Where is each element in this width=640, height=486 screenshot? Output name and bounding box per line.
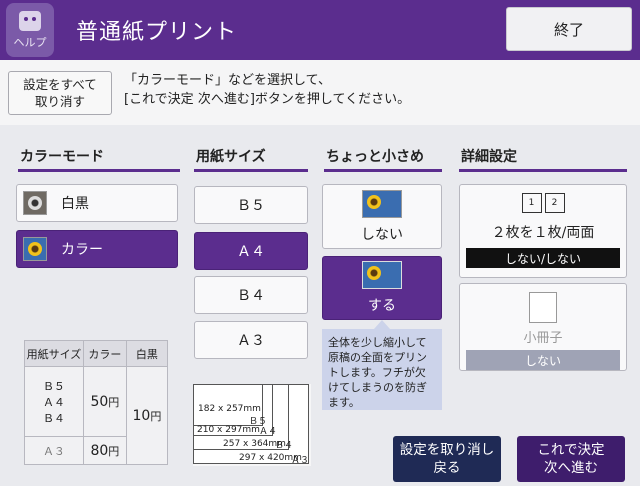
color-image-icon bbox=[23, 237, 47, 261]
paper-a3-label: Ａ３ bbox=[291, 456, 310, 466]
nup-icon: 1 2 bbox=[521, 193, 565, 213]
price-header-color: カラー bbox=[82, 340, 127, 367]
bw-label: 白黒 bbox=[61, 196, 89, 212]
cancel-all-line2: 取り消す bbox=[34, 94, 85, 109]
details-heading: 詳細設定 bbox=[459, 146, 627, 172]
price-header-bw: 白黒 bbox=[125, 340, 169, 367]
booklet-value: しない bbox=[466, 350, 620, 370]
reduce-on-button[interactable]: する bbox=[322, 256, 442, 320]
price-size-a4: Ａ４ bbox=[42, 395, 65, 409]
cancel-all-button[interactable]: 設定をすべて 取り消す bbox=[8, 71, 112, 115]
help-button[interactable]: ヘルプ bbox=[6, 3, 54, 57]
price-size-b4: Ｂ４ bbox=[42, 411, 65, 425]
nup-duplex-button[interactable]: 1 2 ２枚を１枚/両面 しない/しない bbox=[459, 184, 627, 278]
reduce-off-image-icon bbox=[362, 189, 402, 218]
confirm-line1: これで決定 bbox=[537, 442, 605, 458]
paper-a4-label: Ａ４ bbox=[259, 427, 278, 437]
confirm-next-button[interactable]: これで決定 次へ進む bbox=[517, 436, 625, 482]
reduce-off-label: しない bbox=[361, 226, 403, 243]
paper-a4-dims: 210 x 297mm bbox=[197, 425, 260, 435]
confirm-line2: 次へ進む bbox=[544, 460, 598, 476]
paper-size-b4-button[interactable]: Ｂ４ bbox=[194, 276, 308, 314]
reduce-on-image-icon bbox=[362, 261, 402, 289]
price-row1-color-value: 50 bbox=[90, 393, 109, 410]
help-icon bbox=[19, 10, 41, 31]
price-row1-sizes: Ｂ５ Ａ４ Ｂ４ bbox=[24, 366, 84, 437]
price-row1-color: 50円 bbox=[82, 366, 127, 437]
color-mode-color-button[interactable]: カラー bbox=[16, 230, 178, 268]
price-table: 用紙サイズ カラー 白黒 Ｂ５ Ａ４ Ｂ４ 50円 10円 Ａ３ 80円 bbox=[24, 340, 169, 465]
undo-line1: 設定を取り消し bbox=[399, 442, 495, 458]
nup-value: しない/しない bbox=[466, 248, 620, 268]
undo-back-button[interactable]: 設定を取り消し 戻る bbox=[393, 436, 501, 482]
paper-size-b5-button[interactable]: Ｂ５ bbox=[194, 186, 308, 224]
price-unit: 円 bbox=[108, 395, 120, 409]
color-label: カラー bbox=[61, 242, 103, 258]
price-unit: 円 bbox=[108, 444, 120, 458]
paper-size-a3-button[interactable]: Ａ３ bbox=[194, 321, 308, 359]
price-bw-value: 10 bbox=[132, 407, 151, 424]
instruction-message: 「カラーモード」などを選択して、 [これで決定 次へ進む]ボタンを押してください… bbox=[124, 71, 410, 109]
color-mode-bw-button[interactable]: 白黒 bbox=[16, 184, 178, 222]
paper-size-diagram: 182 x 257mm Ｂ５ 210 x 297mm Ａ４ 257 x 364m… bbox=[193, 384, 311, 466]
reduce-off-button[interactable]: しない bbox=[322, 184, 442, 249]
instruction-line2: [これで決定 次へ進む]ボタンを押してください。 bbox=[124, 92, 411, 107]
paper-size-a4-button[interactable]: Ａ４ bbox=[194, 232, 308, 270]
price-row2-color-value: 80 bbox=[90, 442, 109, 459]
end-button[interactable]: 終了 bbox=[506, 7, 632, 51]
page-title: 普通紙プリント bbox=[76, 20, 238, 45]
price-size-b5: Ｂ５ bbox=[42, 379, 65, 393]
reduce-heading: ちょっと小さめ bbox=[324, 146, 442, 172]
booklet-label: 小冊子 bbox=[523, 331, 563, 347]
reduce-on-label: する bbox=[368, 298, 396, 314]
reduce-tip: 全体を少し縮小して原稿の全面をプリントします。フチが欠けてしまうのを防ぎます。 bbox=[322, 329, 442, 410]
bw-image-icon bbox=[23, 191, 47, 215]
undo-line2: 戻る bbox=[433, 460, 461, 476]
paper-b4-label: Ｂ４ bbox=[275, 441, 294, 451]
tip-pointer bbox=[374, 320, 390, 329]
price-unit: 円 bbox=[150, 409, 162, 423]
cancel-all-line1: 設定をすべて bbox=[23, 77, 97, 92]
price-row2-color: 80円 bbox=[82, 436, 127, 465]
booklet-icon bbox=[529, 292, 557, 324]
nup-label: ２枚を１枚/両面 bbox=[491, 225, 595, 241]
price-header-size: 用紙サイズ bbox=[24, 340, 84, 367]
paper-b5-dims: 182 x 257mm bbox=[198, 404, 261, 414]
booklet-button[interactable]: 小冊子 しない bbox=[459, 283, 627, 371]
color-mode-heading: カラーモード bbox=[18, 146, 180, 172]
price-bw: 10円 bbox=[125, 366, 169, 465]
price-row2-size: Ａ３ bbox=[24, 436, 84, 465]
instruction-line1: 「カラーモード」などを選択して、 bbox=[124, 73, 331, 88]
paper-size-heading: 用紙サイズ bbox=[194, 146, 308, 172]
help-label: ヘルプ bbox=[13, 35, 47, 49]
